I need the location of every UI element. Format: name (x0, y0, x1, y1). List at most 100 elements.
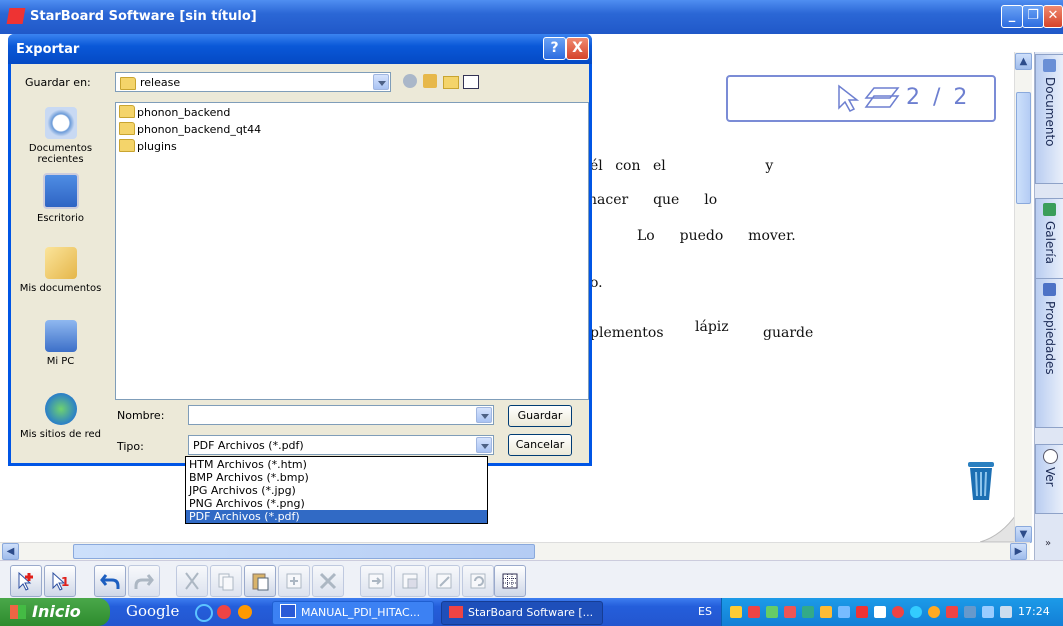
scroll-down-button[interactable]: ▼ (1015, 526, 1032, 543)
language-indicator[interactable]: ES (698, 605, 712, 618)
canvas-text-line: hacer que lo (588, 192, 718, 208)
vertical-scrollbar[interactable]: ▲ ▼ (1014, 52, 1032, 543)
search-tray-icon[interactable] (838, 606, 850, 618)
rotate-button[interactable] (462, 565, 494, 597)
starboard-tray-icon[interactable] (748, 606, 760, 618)
pencil-icon[interactable] (820, 606, 832, 618)
file-list[interactable]: phonon_backend phonon_backend_qt44 plugi… (115, 102, 589, 400)
close-dialog-button[interactable]: X (566, 37, 589, 60)
new-folder-icon[interactable] (443, 76, 459, 89)
scroll-thumb[interactable] (73, 544, 535, 559)
horizontal-scrollbar[interactable]: ◀ ▶ (0, 542, 1030, 560)
place-recent-documents[interactable]: Documentos recientes (11, 107, 110, 165)
file-name: phonon_backend (137, 106, 231, 119)
page-one-button[interactable]: 1 (44, 565, 76, 597)
taskbar: Inicio Google MANUAL_PDI_HITAC... StarBo… (0, 598, 1063, 626)
main-title-bar: StarBoard Software [sin título] _ ❐ ✕ (0, 0, 1063, 34)
orange-status-icon[interactable] (928, 606, 940, 618)
task-starboard[interactable]: StarBoard Software [... (441, 601, 603, 625)
place-network[interactable]: Mis sitios de red (11, 393, 110, 440)
ie-icon[interactable] (195, 604, 213, 622)
task-label: StarBoard Software [... (468, 606, 594, 619)
move-forward-button[interactable] (360, 565, 392, 597)
google-toolbar[interactable]: Google (126, 602, 179, 620)
people-icon[interactable] (856, 606, 868, 618)
place-my-computer[interactable]: Mi PC (11, 320, 110, 367)
place-desktop[interactable]: Escritorio (11, 173, 110, 224)
list-item[interactable]: phonon_backend_qt44 (119, 122, 261, 138)
place-my-documents[interactable]: Mis documentos (11, 247, 110, 294)
file-name: phonon_backend_qt44 (137, 123, 262, 136)
dropdown-option[interactable]: JPG Archivos (*.jpg) (186, 484, 487, 497)
tab-propiedades[interactable]: Propiedades (1035, 278, 1063, 428)
paste-button[interactable] (244, 565, 276, 597)
chevron-down-icon[interactable] (476, 407, 492, 423)
network-icon[interactable] (766, 606, 778, 618)
task-manual-pdi[interactable]: MANUAL_PDI_HITAC... (272, 601, 434, 625)
minimize-button[interactable]: _ (1001, 5, 1023, 28)
grid-button[interactable] (494, 565, 526, 597)
pages-icon[interactable] (864, 86, 900, 110)
move-back-button[interactable] (394, 565, 426, 597)
start-button[interactable]: Inicio (0, 598, 110, 626)
folder-icon (119, 105, 135, 118)
canvas-text-line: Lo puedo mover. (637, 228, 796, 244)
scroll-left-button[interactable]: ◀ (2, 543, 19, 560)
duplicate-button[interactable] (278, 565, 310, 597)
speaker-icon[interactable] (874, 606, 886, 618)
expand-chevron-icon[interactable]: » (1045, 538, 1051, 549)
monitor-icon[interactable] (802, 606, 814, 618)
cut-button[interactable] (176, 565, 208, 597)
delete-button[interactable] (312, 565, 344, 597)
save-in-select[interactable]: release (115, 72, 391, 92)
firefox-icon[interactable] (238, 605, 252, 619)
save-button[interactable]: Guardar (508, 405, 572, 427)
undo-button[interactable] (94, 565, 126, 597)
scroll-right-button[interactable]: ▶ (1010, 543, 1027, 560)
antivirus-icon[interactable] (784, 606, 796, 618)
red-status-icon[interactable] (892, 606, 904, 618)
cursor-arrow-icon[interactable] (836, 84, 862, 112)
dropdown-option[interactable]: PNG Archivos (*.png) (186, 497, 487, 510)
copy-button[interactable] (210, 565, 242, 597)
browser-icon[interactable] (217, 605, 231, 619)
scroll-up-button[interactable]: ▲ (1015, 53, 1032, 70)
cancel-button[interactable]: Cancelar (508, 434, 572, 456)
list-item[interactable]: plugins (119, 139, 177, 155)
help-button[interactable]: ? (543, 37, 566, 60)
chevron-down-icon[interactable] (373, 74, 389, 90)
display-icon[interactable] (964, 606, 976, 618)
scroll-thumb[interactable] (1016, 92, 1031, 204)
shield-icon[interactable] (730, 606, 742, 618)
up-folder-icon[interactable] (423, 74, 437, 88)
dropdown-option[interactable]: HTM Archivos (*.htm) (186, 458, 487, 471)
canvas-text-line: lápiz (695, 319, 729, 335)
tab-documento[interactable]: Documento (1035, 54, 1063, 184)
file-type-dropdown[interactable]: HTM Archivos (*.htm) BMP Archivos (*.bmp… (185, 456, 488, 524)
screen-tray-icon[interactable] (1000, 606, 1012, 618)
trash-bin-icon[interactable] (966, 460, 996, 502)
dropdown-option-selected[interactable]: PDF Archivos (*.pdf) (186, 510, 487, 523)
file-type-select[interactable]: PDF Archivos (*.pdf) (188, 435, 494, 455)
back-icon[interactable] (403, 74, 417, 88)
edit-object-button[interactable] (428, 565, 460, 597)
window-tray-icon[interactable] (982, 606, 994, 618)
place-label: Escritorio (37, 213, 84, 224)
tab-ver[interactable]: Ver (1035, 444, 1063, 514)
view-menu-icon[interactable] (463, 75, 479, 89)
redo-button[interactable] (128, 565, 160, 597)
chevron-down-icon[interactable] (476, 437, 492, 453)
desktop-icon (42, 173, 79, 209)
list-item[interactable]: phonon_backend (119, 105, 230, 121)
app-tray-icon[interactable] (946, 606, 958, 618)
dropdown-option[interactable]: BMP Archivos (*.bmp) (186, 471, 487, 484)
restore-button[interactable]: ❐ (1022, 5, 1044, 28)
filename-field[interactable] (188, 405, 494, 425)
name-label: Nombre: (117, 409, 165, 422)
add-page-button[interactable] (10, 565, 42, 597)
blue-status-icon[interactable] (910, 606, 922, 618)
type-label: Tipo: (117, 440, 144, 453)
page-indicator: 2 / 2 (726, 75, 996, 122)
close-window-button[interactable]: ✕ (1043, 5, 1063, 28)
canvas-text-line: él con el y (590, 158, 774, 174)
